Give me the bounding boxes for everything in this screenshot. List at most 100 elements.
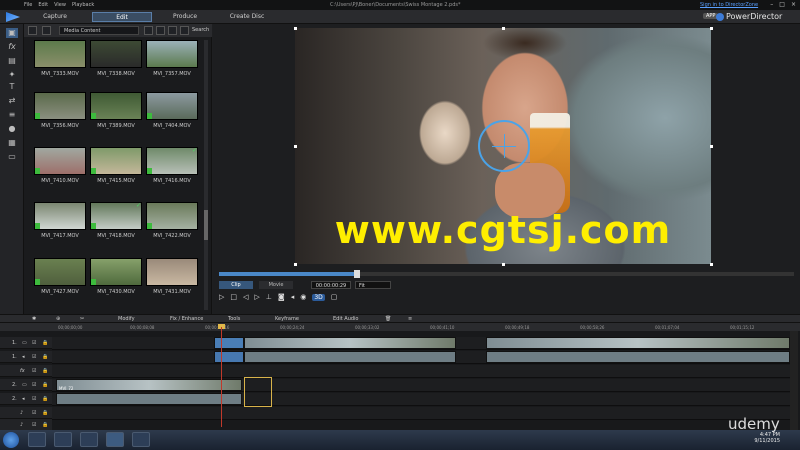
track-lane-music[interactable] [52, 407, 792, 420]
maximize-icon[interactable]: □ [779, 1, 785, 8]
view-audio-icon[interactable] [168, 26, 177, 35]
menu-view[interactable]: View [54, 2, 66, 8]
media-thumb[interactable]: MVI_7417.MOV [34, 202, 86, 246]
resize-handle[interactable] [502, 27, 505, 30]
ie-icon[interactable] [28, 432, 46, 447]
tab-capture[interactable]: Capture [28, 12, 82, 22]
play-icon[interactable]: ▷ [219, 293, 224, 301]
lock-checkbox-icon[interactable]: ☑ [32, 340, 36, 346]
playhead-line[interactable] [221, 327, 222, 427]
audio-clip[interactable] [244, 351, 456, 363]
library-search[interactable]: Search [192, 27, 209, 33]
lock-checkbox-icon[interactable]: ☑ [32, 422, 36, 428]
view-image-icon[interactable] [156, 26, 165, 35]
tab-edit[interactable]: Edit [92, 12, 152, 22]
track-header-audio-1[interactable]: 1. ◂ ☑ 🔒 [0, 351, 52, 363]
lock-checkbox-icon[interactable]: ☑ [32, 382, 36, 388]
track-lane-fx[interactable] [52, 365, 792, 378]
volume-icon[interactable]: ◂ [291, 293, 295, 301]
media-thumb[interactable]: MVI_7404.MOV [146, 92, 198, 136]
track-lane-audio-2[interactable] [52, 393, 792, 406]
track-header-video-2[interactable]: 2. ▭ ☑ 🔒 [0, 379, 52, 391]
media-thumb[interactable]: MVI_7410.MOV [34, 147, 86, 191]
app-taskbar-icon[interactable] [132, 432, 150, 447]
media-thumb[interactable]: ✓ MVI_7418.MOV [90, 202, 142, 246]
audio-mixing-icon[interactable]: ≡ [6, 110, 18, 120]
resize-handle[interactable] [294, 263, 297, 266]
track-lane-audio-1[interactable] [52, 351, 792, 364]
chapter-room-icon[interactable]: ▦ [6, 138, 18, 148]
edit-audio-button[interactable]: Edit Audio [333, 316, 358, 322]
seek-bar[interactable] [219, 270, 794, 278]
seek-knob[interactable] [354, 270, 360, 278]
drop-target-box[interactable] [244, 377, 272, 407]
timeline-scrollbar[interactable] [790, 331, 798, 430]
view-video-icon[interactable] [144, 26, 153, 35]
timeline-clip[interactable] [214, 337, 244, 349]
menu-edit[interactable]: Edit [38, 2, 48, 8]
lock-icon[interactable]: 🔒 [42, 340, 48, 346]
audio-clip[interactable] [56, 393, 242, 405]
library-filter-select[interactable]: Media Content [59, 26, 139, 35]
transition-room-icon[interactable]: ⇄ [6, 96, 18, 106]
media-room-icon[interactable]: ▣ [6, 28, 18, 38]
media-thumb[interactable]: MVI_7431.MOV [146, 258, 198, 302]
lock-icon[interactable]: 🔒 [42, 396, 48, 402]
media-thumb[interactable]: MVI_7389.MOV [90, 92, 142, 136]
movie-mode-tab[interactable]: Movie [259, 281, 293, 289]
record-icon[interactable]: ◉ [300, 293, 306, 301]
resize-handle[interactable] [710, 145, 713, 148]
library-scroll-thumb[interactable] [204, 210, 208, 240]
lock-checkbox-icon[interactable]: ☑ [32, 410, 36, 416]
sign-in-link[interactable]: Sign in to DirectorZone [700, 2, 758, 8]
timeline-clip[interactable]: MVI_72 [56, 379, 242, 391]
effects-room-icon[interactable]: fx [6, 42, 18, 52]
clip-mode-tab[interactable]: Clip [219, 281, 253, 289]
focus-target-icon[interactable] [478, 120, 530, 172]
lock-icon[interactable]: 🔒 [42, 368, 48, 374]
stop-icon[interactable]: □ [230, 293, 237, 301]
split-icon[interactable]: ⊥ [266, 293, 272, 301]
timeline-clip[interactable] [486, 337, 790, 349]
powerdirector-taskbar-icon[interactable] [106, 432, 124, 447]
menu-file[interactable]: File [24, 2, 32, 8]
track-header-video-1[interactable]: 1. ▭ ☑ 🔒 [0, 337, 52, 349]
media-thumb[interactable]: MVI_7422.MOV [146, 202, 198, 246]
lock-icon[interactable]: 🔒 [42, 382, 48, 388]
next-frame-icon[interactable]: ▷ [254, 293, 259, 301]
start-button-icon[interactable] [3, 432, 19, 448]
lock-icon[interactable]: 🔒 [42, 354, 48, 360]
tab-produce[interactable]: Produce [158, 12, 212, 22]
track-lane-video-1[interactable] [52, 337, 792, 350]
plugins-icon[interactable] [42, 26, 51, 35]
resize-handle[interactable] [710, 27, 713, 30]
subtitle-room-icon[interactable]: ▭ [6, 152, 18, 162]
media-thumb[interactable]: ✓ MVI_7416.MOV [146, 147, 198, 191]
import-media-icon[interactable] [28, 26, 37, 35]
media-thumb[interactable]: MVI_7415.MOV [90, 147, 142, 191]
timeline-clip[interactable] [244, 337, 456, 349]
tools-button[interactable]: Tools [228, 316, 240, 322]
voice-over-icon[interactable]: ● [6, 124, 18, 134]
audio-clip[interactable] [486, 351, 790, 363]
explorer-icon[interactable] [54, 432, 72, 447]
library-menu-icon[interactable] [180, 26, 189, 35]
lock-checkbox-icon[interactable]: ☑ [32, 396, 36, 402]
track-manager-icon[interactable]: ✱ [32, 316, 36, 322]
close-icon[interactable]: × [791, 1, 796, 8]
media-thumb[interactable]: MVI_7430.MOV [90, 258, 142, 302]
more-icon[interactable]: ≡ [408, 316, 412, 322]
keyframe-button[interactable]: Keyframe [275, 316, 299, 322]
preview-video[interactable]: www.cgtsj.com [295, 28, 711, 264]
title-room-icon[interactable]: T [6, 82, 18, 92]
track-header-music[interactable]: ♪ ☑ 🔒 [0, 407, 52, 419]
resize-handle[interactable] [502, 263, 505, 266]
track-header-fx[interactable]: fx ☑ 🔒 [0, 365, 52, 377]
timecode-display[interactable]: 00:00:00:29 [311, 281, 351, 289]
track-header-audio-2[interactable]: 2. ◂ ☑ 🔒 [0, 393, 52, 405]
scissors-icon[interactable]: ✂ [80, 316, 84, 322]
media-thumb[interactable]: MVI_7333.MOV [34, 40, 86, 84]
tab-create-disc[interactable]: Create Disc [220, 12, 274, 22]
lock-icon[interactable]: 🔒 [42, 410, 48, 416]
lock-checkbox-icon[interactable]: ☑ [32, 368, 36, 374]
